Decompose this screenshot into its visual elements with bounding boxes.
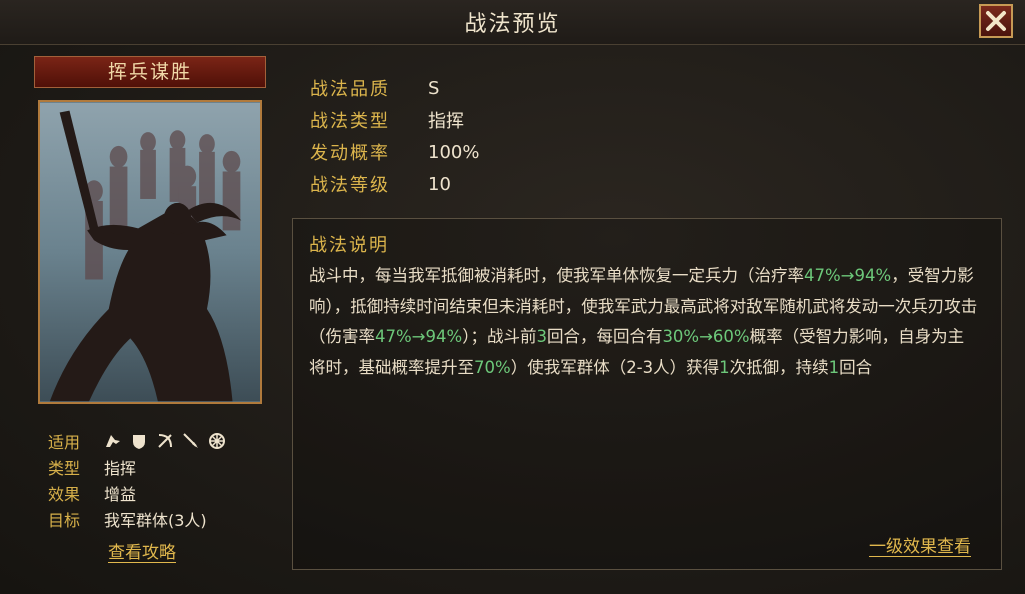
wheel-icon <box>208 432 226 450</box>
description-highlight: 47%→94% <box>375 327 463 346</box>
description-highlight: 1 <box>828 357 840 377</box>
description-highlight: 47%→94% <box>804 266 892 285</box>
warrior-silhouette-image <box>40 102 260 402</box>
description-segment: 次抵御，持续 <box>729 357 829 377</box>
description-highlight: 70% <box>474 357 511 377</box>
description-text: 战斗中，每当我军抵御被消耗时，使我军单体恢复一定兵力（治疗率47%→94%，受智… <box>309 261 979 383</box>
description-highlight: 3 <box>536 327 547 346</box>
meta-applicable-label: 适用 <box>48 433 81 452</box>
description-segment: 战斗中，每当我军抵御被消耗时，使我军单体恢复一定兵力（治疗率 <box>309 266 804 285</box>
stat-chance-value: 100% <box>428 141 480 163</box>
title-bar: 战法预览 <box>0 0 1025 45</box>
meta-type-value: 指挥 <box>104 459 137 478</box>
meta-applicable-row: 适用 <box>48 428 268 454</box>
description-highlight: 1 <box>719 357 730 377</box>
spear-icon <box>182 432 200 450</box>
skill-name: 挥兵谋胜 <box>34 56 266 88</box>
stat-type-value: 指挥 <box>428 111 464 132</box>
description-title: 战法说明 <box>309 235 389 256</box>
description-segment: ）；战斗前 <box>462 327 537 346</box>
stat-chance-label: 发动概率 <box>310 143 390 164</box>
stat-chance-row: 发动概率 100% <box>310 136 479 168</box>
description-segment: 回合，每回合有 <box>546 327 663 346</box>
skill-meta: 适用 类型 指挥 效果 增益 目标 我军群体(3人) <box>48 428 268 532</box>
meta-type-row: 类型 指挥 <box>48 454 268 480</box>
meta-target-label: 目标 <box>48 511 81 530</box>
shield-icon <box>130 432 148 450</box>
view-guide-link[interactable]: 查看攻略 <box>108 538 176 563</box>
skill-artwork <box>38 100 262 404</box>
description-highlight: 30%→60% <box>662 327 750 346</box>
description-segment: 回合 <box>839 357 873 377</box>
stat-quality-label: 战法品质 <box>310 79 390 100</box>
stat-type-row: 战法类型 指挥 <box>310 104 479 136</box>
meta-effect-label: 效果 <box>48 485 81 504</box>
description-panel: 战法说明 战斗中，每当我军抵御被消耗时，使我军单体恢复一定兵力（治疗率47%→9… <box>292 218 1002 570</box>
meta-effect-value: 增益 <box>104 485 137 504</box>
stat-quality-row: 战法品质 S <box>310 72 479 104</box>
stat-level-value: 10 <box>428 173 451 195</box>
troop-type-icons <box>104 432 226 450</box>
meta-target-value: 我军群体(3人) <box>104 511 207 530</box>
stat-level-label: 战法等级 <box>310 175 390 196</box>
description-segment: ）使我军群体（2-3人）获得 <box>510 357 720 377</box>
close-button[interactable] <box>979 4 1013 38</box>
meta-effect-row: 效果 增益 <box>48 480 268 506</box>
stat-quality-value: S <box>428 77 440 99</box>
meta-target-row: 目标 我军群体(3人) <box>48 506 268 532</box>
bow-icon <box>156 432 174 450</box>
close-icon <box>986 11 1006 31</box>
stat-type-label: 战法类型 <box>310 111 390 132</box>
stat-level-row: 战法等级 10 <box>310 168 479 200</box>
meta-type-label: 类型 <box>48 459 81 478</box>
level1-effect-link[interactable]: 一级效果查看 <box>869 532 971 557</box>
skill-stats: 战法品质 S 战法类型 指挥 发动概率 100% 战法等级 10 <box>310 72 479 200</box>
dialog-title: 战法预览 <box>464 12 561 37</box>
cavalry-icon <box>104 432 122 450</box>
